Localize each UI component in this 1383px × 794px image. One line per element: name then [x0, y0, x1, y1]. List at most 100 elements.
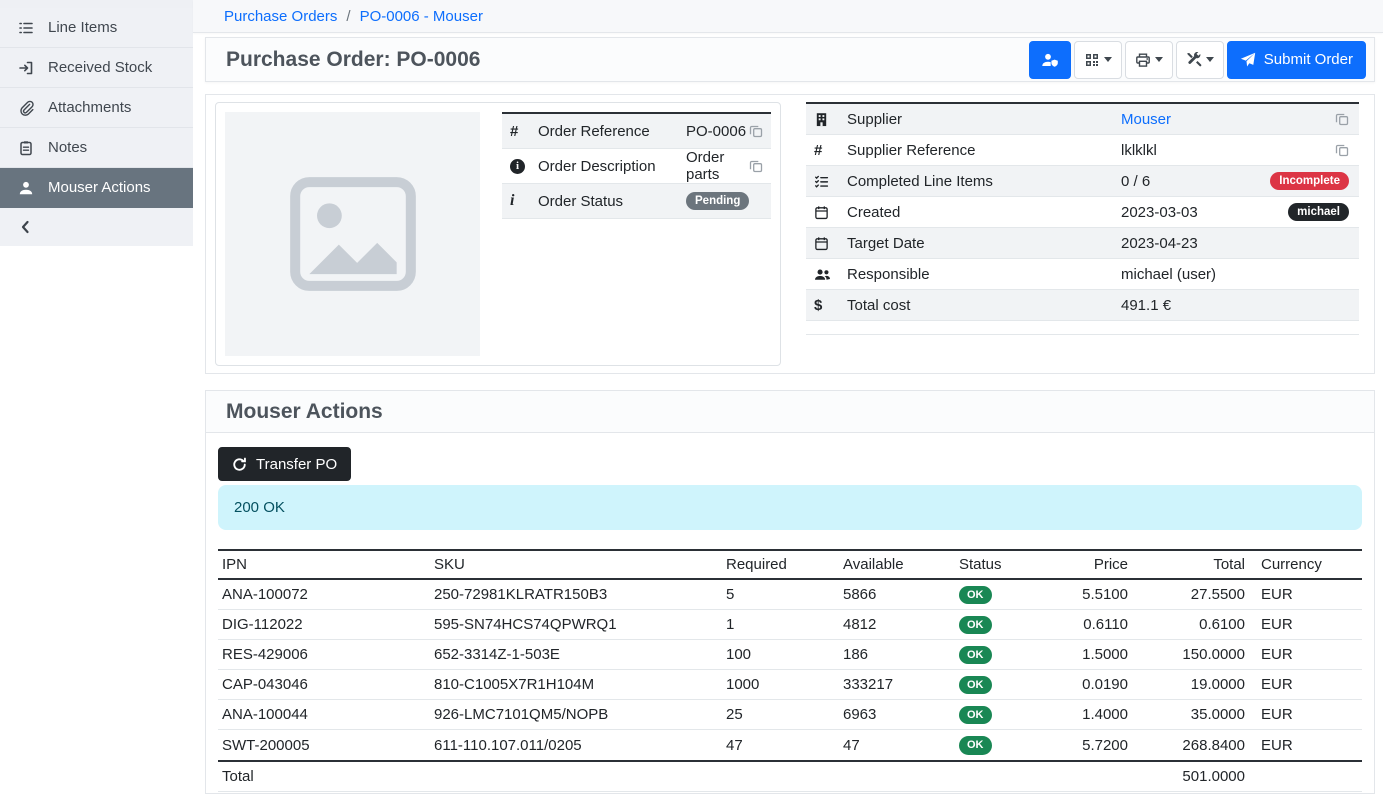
- sidebar-item-notes[interactable]: Notes: [0, 128, 193, 168]
- empty-cell: [1052, 761, 1132, 792]
- breadcrumb-link-purchase-orders[interactable]: Purchase Orders: [224, 8, 337, 25]
- status-alert: 200 OK: [218, 485, 1362, 530]
- cell-total: 27.5500: [1132, 579, 1249, 610]
- hash-icon: #: [814, 143, 847, 158]
- status-badge: OK: [959, 676, 992, 694]
- sidebar-item-line-items[interactable]: Line Items: [0, 8, 193, 48]
- cell-price: 1.5000: [1052, 640, 1132, 670]
- detail-label: Target Date: [847, 235, 1121, 252]
- user-actions-button[interactable]: [1029, 41, 1071, 79]
- header-actions: Submit Order: [1029, 41, 1366, 79]
- sidebar-item-label: Mouser Actions: [48, 179, 151, 196]
- mouser-actions-panel: Mouser Actions Transfer PO 200 OK IP: [205, 390, 1375, 794]
- detail-row-completed-line-items: Completed Line Items 0 / 6 Incomplete: [806, 166, 1359, 197]
- status-badge: OK: [959, 616, 992, 634]
- detail-label: Completed Line Items: [847, 173, 1121, 190]
- info-icon: i: [510, 193, 538, 209]
- empty-cell: [722, 761, 839, 792]
- empty-cell: [839, 761, 955, 792]
- cell-total: 268.8400: [1132, 730, 1249, 761]
- transfer-po-button[interactable]: Transfer PO: [218, 447, 351, 481]
- caret-down-icon: [1104, 57, 1112, 62]
- copy-button[interactable]: [1335, 143, 1349, 157]
- cell-status: OK: [955, 730, 1052, 761]
- empty-cell: [955, 761, 1052, 792]
- cell-available: 4812: [839, 610, 955, 640]
- sidebar-item-received-stock[interactable]: Received Stock: [0, 48, 193, 88]
- cell-sku: 611-110.107.011/0205: [430, 730, 722, 761]
- supplier-info-table: Supplier Mouser # Supplier Reference lkl…: [806, 102, 1359, 335]
- main-area: Purchase Orders / PO-0006 - Mouser Purch…: [193, 0, 1383, 794]
- detail-label: Total cost: [847, 297, 1121, 314]
- detail-row-responsible: Responsible michael (user): [806, 259, 1359, 290]
- header-status: Status: [955, 550, 1052, 579]
- caret-down-icon: [1155, 57, 1163, 62]
- cell-required: 1: [722, 610, 839, 640]
- sign-in-icon: [18, 60, 34, 76]
- refresh-icon: [232, 457, 247, 472]
- sidebar-item-attachments[interactable]: Attachments: [0, 88, 193, 128]
- detail-row-total-cost: $ Total cost 491.1 €: [806, 290, 1359, 321]
- supplier-link[interactable]: Mouser: [1121, 111, 1171, 128]
- users-icon: [814, 267, 847, 282]
- cell-currency: EUR: [1249, 579, 1362, 610]
- detail-value: PO-0006: [686, 123, 749, 140]
- table-row: SWT-200005 611-110.107.011/0205 47 47 OK…: [218, 730, 1362, 761]
- status-badge: OK: [959, 586, 992, 604]
- transfer-po-label: Transfer PO: [256, 456, 337, 473]
- print-actions-button[interactable]: [1125, 41, 1173, 79]
- building-icon: [814, 112, 847, 127]
- cell-sku: 652-3314Z-1-503E: [430, 640, 722, 670]
- page-header-panel: Purchase Order: PO-0006: [205, 37, 1375, 82]
- copy-button[interactable]: [1335, 112, 1349, 126]
- cell-ipn: CAP-043046: [218, 670, 430, 700]
- copy-button[interactable]: [749, 159, 763, 173]
- header-price: Price: [1052, 550, 1132, 579]
- cell-sku: 250-72981KLRATR150B3: [430, 579, 722, 610]
- order-actions-button[interactable]: [1176, 41, 1224, 79]
- cell-ipn: DIG-112022: [218, 610, 430, 640]
- sidebar-collapse-button[interactable]: [0, 208, 193, 246]
- copy-button[interactable]: [749, 124, 763, 138]
- detail-label: Responsible: [847, 266, 1121, 283]
- cell-total: 0.6100: [1132, 610, 1249, 640]
- printer-icon: [1135, 52, 1151, 68]
- table-row: ANA-100072 250-72981KLRATR150B3 5 5866 O…: [218, 579, 1362, 610]
- barcode-actions-button[interactable]: [1074, 41, 1122, 79]
- breadcrumb-link-current-order[interactable]: PO-0006 - Mouser: [360, 8, 483, 25]
- app: Line Items Received Stock Attachments No…: [0, 0, 1383, 794]
- header-required: Required: [722, 550, 839, 579]
- detail-row-created: Created 2023-03-03 michael: [806, 197, 1359, 228]
- table-row: ANA-100044 926-LMC7101QM5/NOPB 25 6963 O…: [218, 700, 1362, 730]
- sidebar-item-mouser-actions[interactable]: Mouser Actions: [0, 168, 193, 208]
- cell-currency: EUR: [1249, 610, 1362, 640]
- cell-available: 47: [839, 730, 955, 761]
- cell-required: 100: [722, 640, 839, 670]
- detail-label: Created: [847, 204, 1121, 221]
- cell-sku: 926-LMC7101QM5/NOPB: [430, 700, 722, 730]
- calendar-icon: [814, 236, 847, 251]
- cell-currency: EUR: [1249, 670, 1362, 700]
- cell-sku: 595-SN74HCS74QPWRQ1: [430, 610, 722, 640]
- hash-icon: #: [510, 124, 538, 139]
- cell-status: OK: [955, 610, 1052, 640]
- detail-label: Supplier Reference: [847, 142, 1121, 159]
- sidebar-item-label: Received Stock: [48, 59, 152, 76]
- header-ipn: IPN: [218, 550, 430, 579]
- list-icon: [18, 20, 34, 36]
- page-content: Purchase Order: PO-0006: [193, 33, 1383, 794]
- cell-price: 0.0190: [1052, 670, 1132, 700]
- detail-row-order-reference: # Order Reference PO-0006: [502, 114, 771, 149]
- detail-value: 2023-04-23: [1121, 235, 1349, 252]
- copy-icon: [1335, 143, 1349, 157]
- parts-table: IPN SKU Required Available Status Price …: [218, 549, 1362, 792]
- table-row: CAP-043046 810-C1005X7R1H104M 1000 33321…: [218, 670, 1362, 700]
- submit-order-button[interactable]: Submit Order: [1227, 41, 1366, 79]
- detail-label: Order Reference: [538, 123, 686, 140]
- cell-total: 150.0000: [1132, 640, 1249, 670]
- cell-available: 333217: [839, 670, 955, 700]
- detail-row-order-description: i Order Description Order parts: [502, 149, 771, 184]
- header-currency: Currency: [1249, 550, 1362, 579]
- cell-sku: 810-C1005X7R1H104M: [430, 670, 722, 700]
- user-badge: michael: [1288, 203, 1349, 222]
